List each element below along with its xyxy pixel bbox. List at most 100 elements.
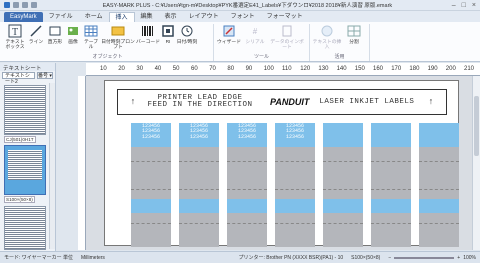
tab-file[interactable]: ファイル (43, 12, 79, 22)
ruler-tick-label: 90 (245, 66, 253, 72)
scrollbar-thumb[interactable] (474, 96, 479, 156)
wizard-button[interactable]: ウィザード (216, 24, 242, 45)
save-icon[interactable] (13, 2, 19, 8)
label-divider (371, 189, 411, 190)
label-text: 123456 (189, 133, 208, 140)
label-divider (419, 189, 459, 190)
tab-layout[interactable]: レイアウト (183, 12, 225, 22)
zoom-in-icon[interactable]: + (457, 255, 460, 261)
label-divider (419, 223, 459, 224)
barcode-button[interactable]: バーコード (136, 24, 160, 45)
rectangle-icon (48, 24, 62, 38)
import-data-button[interactable]: データのインポート (268, 24, 306, 50)
line-button[interactable]: ライン (27, 24, 45, 45)
label-cell[interactable] (323, 123, 363, 247)
tab-home[interactable]: ホーム (79, 12, 109, 22)
ri-button[interactable]: RI (161, 24, 175, 45)
serial-button[interactable]: # シリアル (243, 24, 267, 45)
zoom-level: 100% (463, 254, 476, 261)
panduit-logo: PANDUIT (270, 97, 310, 107)
datetime-button[interactable]: 日付/時刻 (176, 24, 198, 45)
quick-access-toolbar (4, 2, 37, 8)
label-divider (131, 161, 171, 162)
label-top-band (371, 123, 411, 147)
tab-format[interactable]: フォーマット (261, 12, 309, 22)
tab-edit[interactable]: 編集 (135, 12, 159, 22)
label-cell[interactable] (371, 123, 411, 247)
ribbon-group-objects: T テキストボックス ライン 直方形 画像 テーブル 日付時刻プロンプト バーコ… (2, 24, 214, 61)
arrow-up-icon-right: ↑ (428, 97, 434, 107)
datetime-prompt-button[interactable]: 日付時刻プロンプト (101, 24, 135, 50)
label-cell[interactable]: 123456 123456 123456 (179, 123, 219, 247)
image-button[interactable]: 画像 (65, 24, 81, 45)
label-middle-band (323, 199, 363, 213)
textbox-button[interactable]: T テキストボックス (4, 24, 26, 50)
zoom-slider[interactable] (394, 256, 455, 259)
label-text: 123456 (285, 133, 304, 140)
split-button[interactable]: 分割 (343, 24, 365, 45)
table-button[interactable]: テーブル (82, 24, 100, 50)
zoom-out-icon[interactable]: − (388, 255, 391, 261)
ruler-tick-label: 130 (318, 66, 329, 72)
serial-icon: # (248, 24, 262, 38)
design-canvas[interactable]: ↑ PRINTER LEAD EDGE FEED IN THE DIRECTIO… (86, 76, 472, 250)
app-icon[interactable] (4, 2, 10, 8)
vertical-scrollbar[interactable] (472, 76, 480, 250)
sheet-thumbnail-1[interactable] (4, 85, 46, 135)
dropdown-icon[interactable] (31, 2, 37, 8)
ribbon: T テキストボックス ライン 直方形 画像 テーブル 日付時刻プロンプト バーコ… (0, 22, 480, 62)
status-item: S100×(50×8) (351, 254, 381, 261)
label-cell[interactable]: 123456 123456 123456 (275, 123, 315, 247)
label-top-band: 123456 123456 123456 (131, 123, 171, 147)
label-cell[interactable]: 123456 123456 123456 (131, 123, 171, 247)
minimize-icon[interactable]: – (452, 2, 456, 9)
label-top-band (323, 123, 363, 147)
label-divider (227, 161, 267, 162)
label-divider (371, 223, 411, 224)
insert-text-button[interactable]: テキストの挿入 (312, 24, 342, 50)
label-divider (371, 161, 411, 162)
label-top-band: 123456 123456 123456 (227, 123, 267, 147)
tab-app[interactable]: EasyMark (4, 12, 43, 22)
label-divider (275, 189, 315, 190)
ruler-tick-label: 170 (391, 66, 402, 72)
feed-direction-text: FEED IN THE DIRECTION (147, 101, 253, 109)
label-middle-band (275, 199, 315, 213)
ruler-tick-label: 160 (373, 66, 384, 72)
sheet-selector[interactable]: テキストシート2 (2, 72, 35, 85)
line-icon (29, 24, 43, 38)
label-divider (323, 223, 363, 224)
ruler-tick-label: 100 (263, 66, 274, 72)
ruler-tick-label: 210 (464, 66, 475, 72)
prompt-icon (111, 24, 125, 38)
ruler-tick-label: 40 (154, 66, 162, 72)
ruler-tick-label: 60 (191, 66, 198, 72)
label-sheet-panel: テキストシート テキストシート2 番号 ▾ CJ(501)0H1T S100×(… (0, 63, 56, 251)
undo-icon[interactable] (22, 2, 28, 8)
label-top-band: 123456 123456 123456 (275, 123, 315, 147)
rectangle-button[interactable]: 直方形 (46, 24, 64, 45)
label-cell[interactable] (419, 123, 459, 247)
zoom-control[interactable]: − + 100% (388, 255, 476, 261)
maximize-icon[interactable]: □ (462, 2, 466, 9)
number-button[interactable]: 番号 ▾ (37, 72, 53, 79)
panel-scrollbar[interactable] (49, 83, 55, 249)
status-mode: モード: ワイヤーマーカー 単位 (4, 255, 74, 261)
tab-font[interactable]: フォント (225, 12, 261, 22)
title-bar: EASY-MARK PLUS - C:¥Users¥tgn-m¥Desktop¥… (0, 0, 480, 11)
label-cell[interactable]: 123456 123456 123456 (227, 123, 267, 247)
laser-inkjet-text: LASER INKJET LABELS (319, 98, 415, 106)
sheet-thumbnail-2-selected[interactable] (4, 145, 46, 195)
label-page[interactable]: ↑ PRINTER LEAD EDGE FEED IN THE DIRECTIO… (104, 80, 459, 247)
insert-text-icon (320, 24, 334, 38)
close-icon[interactable]: × (472, 2, 476, 9)
status-unit: Millimeters (81, 254, 105, 261)
group-label-use: 活用 (334, 54, 345, 60)
label-divider (275, 161, 315, 162)
ruler-tick-label: 80 (227, 66, 235, 72)
status-printer: プリンター: Brother PN (XXXX BSR)(PA1) - 10 (238, 255, 344, 261)
tab-view[interactable]: 表示 (159, 12, 183, 22)
sheet-thumbnail-3[interactable] (4, 206, 46, 250)
svg-text:T: T (12, 27, 18, 38)
tab-insert[interactable]: 挿入 (108, 12, 135, 22)
